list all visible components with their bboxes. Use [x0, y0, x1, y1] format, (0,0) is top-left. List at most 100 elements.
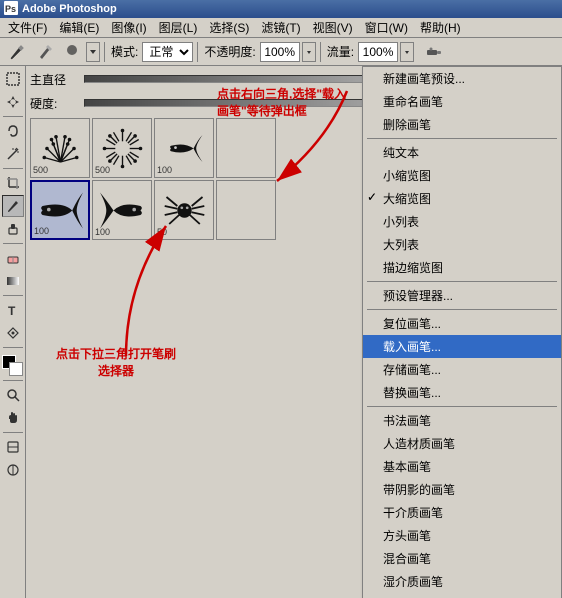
svg-text:Ps: Ps: [5, 4, 16, 14]
dropdown-text-only[interactable]: 纯文本: [363, 141, 561, 164]
dropdown-mixed[interactable]: 混合画笔: [363, 547, 561, 570]
tool-sep-2: [3, 168, 23, 169]
tool-magic-wand[interactable]: [2, 143, 24, 165]
tool-sep-7: [3, 432, 23, 433]
tool-sep-3: [3, 243, 23, 244]
brush-cell-1[interactable]: 500: [92, 118, 152, 178]
brush-cell-0[interactable]: 500: [30, 118, 90, 178]
tool-stamp[interactable]: [2, 218, 24, 240]
dropdown-dp-brushes[interactable]: 人造材质画笔: [363, 432, 561, 455]
brush-label-0: 500: [33, 165, 48, 175]
dropdown-large-list[interactable]: 大列表: [363, 233, 561, 256]
dropdown-reset-brush[interactable]: 复位画笔...: [363, 312, 561, 335]
dropdown-stroke-thumb[interactable]: 描边缩览图: [363, 256, 561, 279]
toolbar-pencil-tool[interactable]: [32, 41, 58, 63]
tool-zoom[interactable]: [2, 384, 24, 406]
dropdown-replace-brush[interactable]: 替换画笔...: [363, 381, 561, 404]
hardness-label: 硬度:: [30, 95, 80, 112]
brush-cell-3[interactable]: [216, 118, 276, 178]
color-swatches[interactable]: [2, 355, 24, 377]
annotation-left: 点击下拉三角打开笔刷选择器: [56, 346, 176, 380]
dropdown-sep-2: [367, 281, 557, 282]
dropdown-menu: 新建画笔预设... 重命名画笔 删除画笔 纯文本 小缩览图 ✓大缩览图 小列表 …: [362, 66, 562, 598]
brush-label-5: 100: [95, 227, 110, 237]
brush-cell-4[interactable]: 100: [30, 180, 90, 240]
flow-arrow-btn[interactable]: [400, 42, 414, 62]
tool-sep-6: [3, 380, 23, 381]
dropdown-dry-media[interactable]: 干介质画笔: [363, 501, 561, 524]
tool-brush[interactable]: [2, 195, 24, 217]
menu-filter[interactable]: 滤镜(T): [255, 17, 306, 38]
menu-layer[interactable]: 图层(L): [153, 17, 204, 38]
tool-crop[interactable]: [2, 172, 24, 194]
brush-cell-6[interactable]: 50: [154, 180, 214, 240]
title-bar: Ps Adobe Photoshop: [0, 0, 562, 18]
mode-label: 模式:: [111, 43, 138, 60]
tool-gradient[interactable]: [2, 270, 24, 292]
title-icon: Ps: [4, 1, 18, 18]
dropdown-new-brush[interactable]: 新建画笔预设...: [363, 67, 561, 90]
tool-lasso[interactable]: [2, 120, 24, 142]
menu-bar: 文件(F) 编辑(E) 图像(I) 图层(L) 选择(S) 滤镜(T) 视图(V…: [0, 18, 562, 38]
tool-text[interactable]: T: [2, 299, 24, 321]
menu-help[interactable]: 帮助(H): [414, 17, 467, 38]
brush-cell-5[interactable]: 100: [92, 180, 152, 240]
opacity-arrow-btn[interactable]: [302, 42, 316, 62]
airbrush-btn[interactable]: [420, 41, 448, 63]
brush-panel: 主直径 硬度:: [26, 66, 562, 598]
tool-marquee[interactable]: [2, 68, 24, 90]
dropdown-square[interactable]: 方头画笔: [363, 524, 561, 547]
menu-view[interactable]: 视图(V): [307, 17, 359, 38]
tool-sep-5: [3, 347, 23, 348]
toolbar-sep-1: [104, 42, 105, 62]
dropdown-small-thumb[interactable]: 小缩览图: [363, 164, 561, 187]
tool-sep-1: [3, 116, 23, 117]
dropdown-delete-brush[interactable]: 删除画笔: [363, 113, 561, 136]
brush-label-2: 100: [157, 165, 172, 175]
dropdown-save-brush[interactable]: 存储画笔...: [363, 358, 561, 381]
tool-extra1[interactable]: [2, 436, 24, 458]
toolbar-sep-2: [197, 42, 198, 62]
dropdown-sep-4: [367, 406, 557, 407]
dropdown-calligraphy[interactable]: 书法画笔: [363, 409, 561, 432]
menu-file[interactable]: 文件(F): [2, 17, 53, 38]
tool-hand[interactable]: [2, 407, 24, 429]
opacity-input[interactable]: [260, 42, 300, 62]
dropdown-rename-brush[interactable]: 重命名画笔: [363, 90, 561, 113]
dropdown-large-thumb[interactable]: ✓大缩览图: [363, 187, 561, 210]
brush-dropdown-btn[interactable]: [86, 42, 100, 62]
toolbar: 模式: 正常 不透明度: 流量:: [0, 38, 562, 66]
menu-window[interactable]: 窗口(W): [359, 17, 414, 38]
mode-select[interactable]: 正常: [142, 42, 193, 62]
brush-cell-2[interactable]: 100: [154, 118, 214, 178]
dropdown-basic[interactable]: 基本画笔: [363, 455, 561, 478]
tool-move[interactable]: [2, 91, 24, 113]
dropdown-wet-media[interactable]: 湿介质画笔: [363, 570, 561, 593]
toolbar-sep-3: [320, 42, 321, 62]
brush-cell-7[interactable]: [216, 180, 276, 240]
flow-input[interactable]: [358, 42, 398, 62]
menu-edit[interactable]: 编辑(E): [53, 17, 105, 38]
dropdown-sep-1: [367, 138, 557, 139]
dropdown-sep-3: [367, 309, 557, 310]
menu-image[interactable]: 图像(I): [105, 17, 152, 38]
tool-pen[interactable]: [2, 322, 24, 344]
dropdown-load-brush[interactable]: 载入画笔...: [363, 335, 561, 358]
dropdown-shadow[interactable]: 带阴影的画笔: [363, 478, 561, 501]
toolbar-brush-tool[interactable]: [4, 41, 30, 63]
dropdown-special-fx[interactable]: 特殊效果画笔: [363, 593, 561, 598]
brush-label-4: 100: [34, 226, 49, 236]
opacity-label: 不透明度:: [204, 43, 255, 60]
menu-select[interactable]: 选择(S): [203, 17, 255, 38]
brush-label-1: 500: [95, 165, 110, 175]
left-sidebar: T: [0, 66, 26, 598]
dropdown-preset-manager[interactable]: 预设管理器...: [363, 284, 561, 307]
main-area: T: [0, 66, 562, 598]
brush-icon: [62, 40, 82, 63]
tool-eraser[interactable]: [2, 247, 24, 269]
dropdown-small-list[interactable]: 小列表: [363, 210, 561, 233]
svg-text:T: T: [8, 304, 16, 317]
brush-label-6: 50: [157, 227, 167, 237]
tool-extra2[interactable]: [2, 459, 24, 481]
flow-label: 流量:: [327, 43, 354, 60]
